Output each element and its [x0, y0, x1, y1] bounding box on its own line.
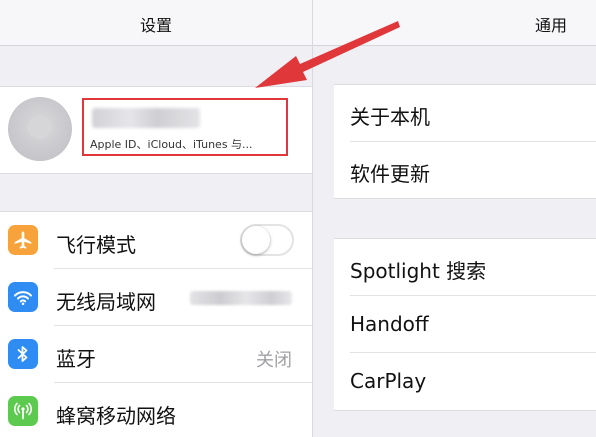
annotation-arrow	[255, 21, 400, 88]
